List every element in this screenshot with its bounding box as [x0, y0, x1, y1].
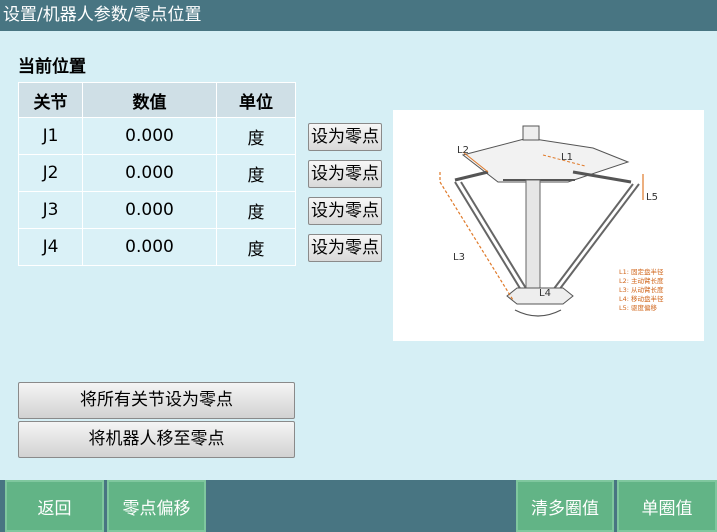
legend-l1: L1: 固定盘半径	[619, 267, 664, 276]
joint-value: 0.000	[82, 228, 217, 266]
joint-name: J2	[18, 154, 83, 192]
header-value: 数值	[82, 82, 217, 118]
joint-name: J1	[18, 117, 83, 155]
legend-l2: L2: 主动臂长度	[619, 276, 664, 285]
label-l2: L2	[457, 145, 469, 156]
joint-table: 关节 数值 单位 J1 0.000 度 J2 0.000 度 J3 0.000 …	[18, 82, 296, 266]
set-zero-j1-button[interactable]: 设为零点	[308, 123, 382, 151]
joint-value: 0.000	[82, 191, 217, 229]
table-row: J2 0.000 度	[18, 154, 296, 192]
joint-unit: 度	[216, 154, 296, 192]
set-zero-j4-button[interactable]: 设为零点	[308, 234, 382, 262]
table-header-row: 关节 数值 单位	[18, 82, 296, 118]
header-joint: 关节	[18, 82, 83, 118]
label-l4: L4	[539, 288, 551, 299]
page-title: 设置/机器人参数/零点位置	[3, 5, 202, 25]
joint-unit: 度	[216, 228, 296, 266]
zero-offset-button[interactable]: 零点偏移	[107, 480, 206, 532]
header-unit: 单位	[216, 82, 296, 118]
joint-name: J4	[18, 228, 83, 266]
single-turn-button[interactable]: 单圈值	[617, 480, 717, 532]
joint-unit: 度	[216, 117, 296, 155]
legend-l3: L3: 从动臂长度	[619, 285, 664, 294]
table-row: J1 0.000 度	[18, 117, 296, 155]
set-all-joints-zero-button[interactable]: 将所有关节设为零点	[18, 382, 295, 419]
clear-multi-turn-button[interactable]: 清多圈值	[516, 480, 614, 532]
set-zero-j2-button[interactable]: 设为零点	[308, 160, 382, 188]
joint-name: J3	[18, 191, 83, 229]
joint-unit: 度	[216, 191, 296, 229]
label-l3: L3	[453, 252, 465, 263]
delta-robot-illustration: L2 L1 L3 L4 L5 L1: 固定盘半径 L2: 主动臂长度 L3: 从…	[439, 125, 664, 317]
legend-l5: L5: 驱度偏移	[619, 303, 658, 312]
set-zero-j3-button[interactable]: 设为零点	[308, 197, 382, 225]
delta-robot-diagram: L2 L1 L3 L4 L5 L1: 固定盘半径 L2: 主动臂长度 L3: 从…	[393, 110, 704, 341]
move-robot-to-zero-button[interactable]: 将机器人移至零点	[18, 421, 295, 458]
label-l1: L1	[561, 152, 573, 163]
back-button[interactable]: 返回	[5, 480, 104, 532]
joint-value: 0.000	[82, 117, 217, 155]
table-row: J3 0.000 度	[18, 191, 296, 229]
table-row: J4 0.000 度	[18, 228, 296, 266]
label-l5: L5	[646, 192, 658, 203]
joint-value: 0.000	[82, 154, 217, 192]
title-bar: 设置/机器人参数/零点位置	[0, 0, 717, 31]
legend-l4: L4: 移动盘半径	[619, 294, 664, 303]
current-position-title: 当前位置	[18, 57, 86, 77]
